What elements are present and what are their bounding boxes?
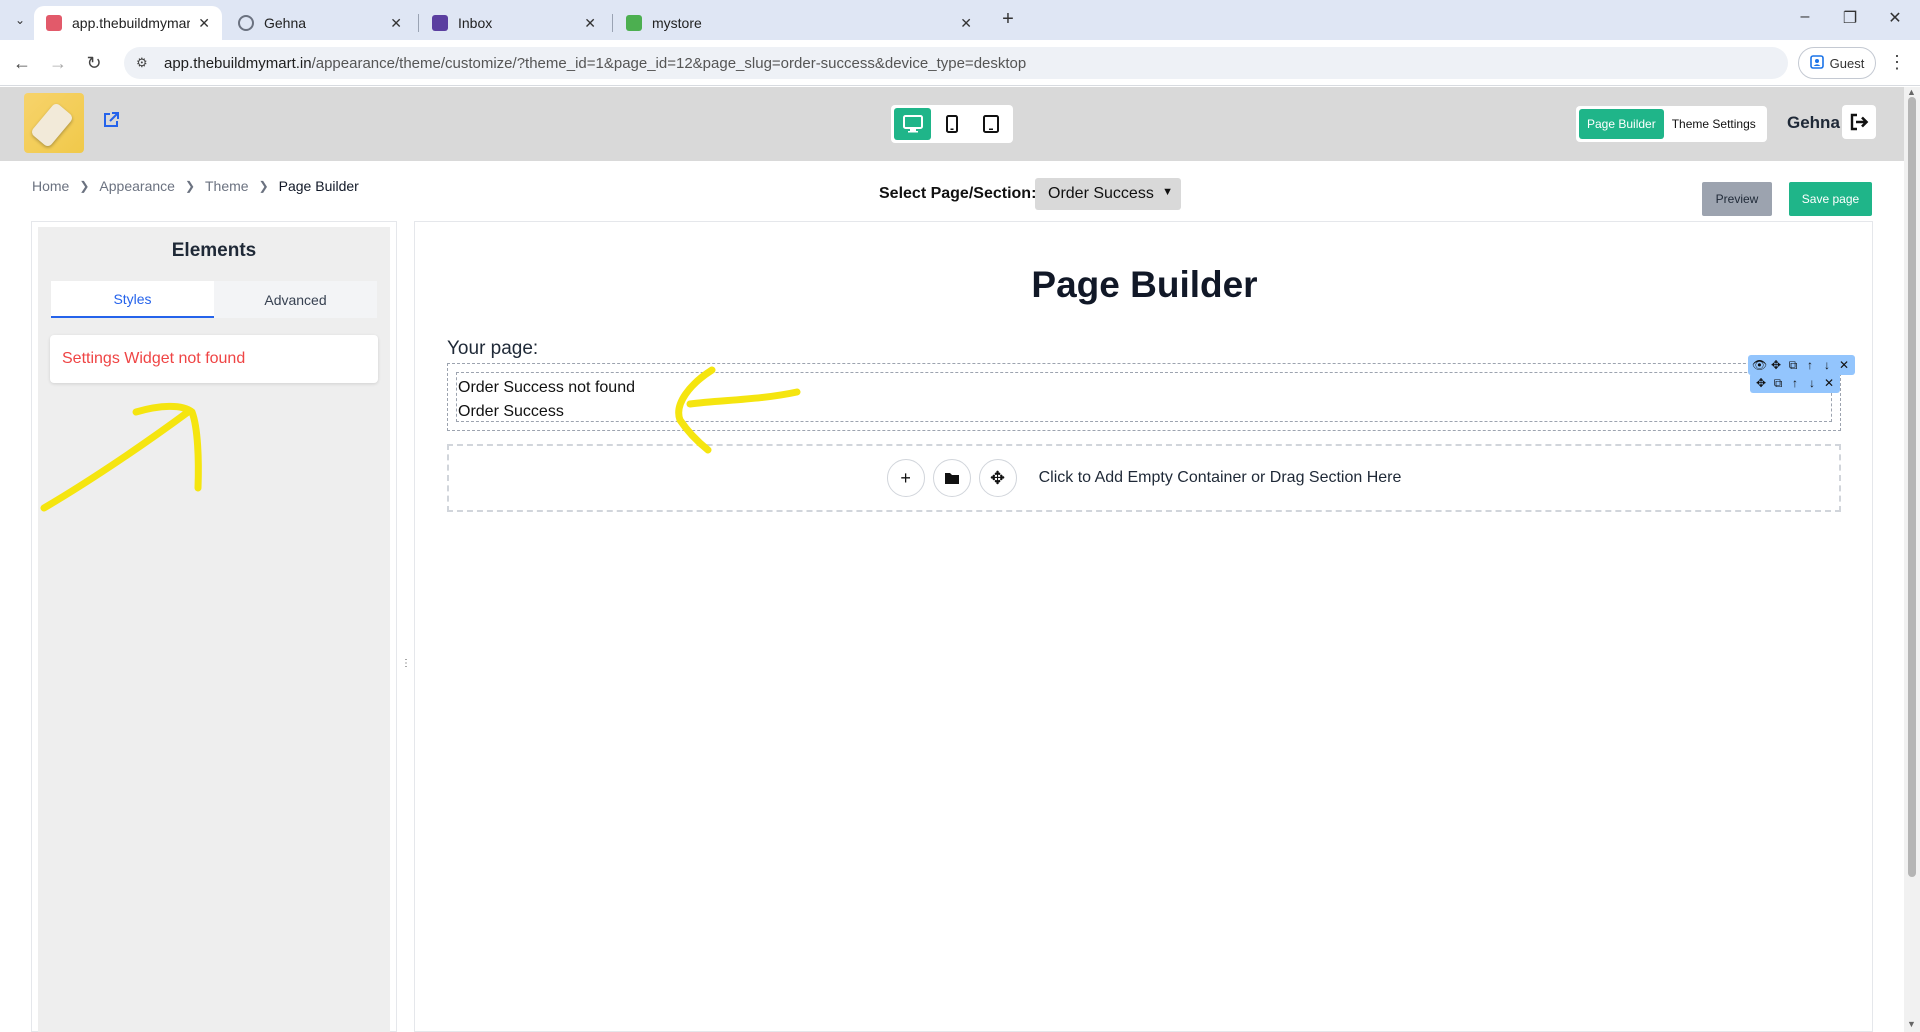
- breadcrumb-theme[interactable]: Theme: [205, 178, 249, 194]
- arrow-down-icon[interactable]: ↓: [1805, 376, 1819, 390]
- folder-icon[interactable]: [932, 459, 971, 497]
- arrow-up-icon[interactable]: ↑: [1803, 358, 1817, 372]
- store-favicon-icon: [46, 15, 62, 31]
- chevron-right-icon: ❯: [258, 179, 269, 193]
- breadcrumb-appearance[interactable]: Appearance: [99, 178, 175, 194]
- close-tab-icon[interactable]: ✕: [960, 15, 972, 32]
- breadcrumb-home[interactable]: Home: [32, 178, 69, 194]
- elements-tabs: Styles Advanced: [51, 281, 377, 318]
- move-icon[interactable]: ✥: [978, 459, 1017, 497]
- close-tab-icon[interactable]: ✕: [584, 15, 596, 32]
- url-host: app.thebuildmymart.in: [164, 54, 312, 72]
- window-close-icon[interactable]: ✕: [1880, 8, 1910, 28]
- breadcrumb: Home ❯ Appearance ❯ Theme ❯ Page Builder: [32, 178, 359, 194]
- tab-advanced[interactable]: Advanced: [214, 281, 377, 318]
- copy-icon[interactable]: ⧉: [1771, 376, 1785, 391]
- container-toolbar: ✥ ⧉ ↑ ↓ ✕: [1750, 373, 1840, 393]
- profile-label: Guest: [1829, 55, 1865, 71]
- close-icon[interactable]: ✕: [1822, 376, 1836, 390]
- close-tab-icon[interactable]: ✕: [198, 15, 210, 32]
- plus-icon[interactable]: +: [886, 459, 925, 497]
- tab-label: app.thebuildmymart.in/appeara: [72, 15, 191, 31]
- mode-switch: Page Builder Theme Settings: [1576, 106, 1767, 142]
- theme-settings-button[interactable]: Theme Settings: [1664, 109, 1764, 139]
- page-select-label: Select Page/Section:: [879, 185, 1037, 202]
- tab-separator: [418, 14, 419, 32]
- chevron-right-icon: ❯: [184, 179, 195, 193]
- desktop-icon[interactable]: [894, 108, 932, 140]
- browser-tab-gehna[interactable]: Gehna ✕: [226, 6, 414, 40]
- scroll-thumb[interactable]: [1908, 97, 1916, 877]
- elements-panel-inner: Elements Styles Advanced Settings Widget…: [38, 227, 390, 1032]
- eye-icon[interactable]: 👁: [1752, 358, 1767, 372]
- minimize-icon[interactable]: –: [1790, 8, 1820, 26]
- mail-favicon-icon: [432, 15, 448, 31]
- user-name: Gehna: [1787, 113, 1840, 132]
- settings-widget-message: Settings Widget not found: [50, 335, 378, 383]
- back-icon[interactable]: ←: [10, 52, 34, 76]
- page-select-dropdown[interactable]: Order Success ▼: [1035, 178, 1181, 210]
- browser-tab-inbox[interactable]: Inbox ✕: [420, 6, 608, 40]
- section-container[interactable]: Order Success not found Order Success: [456, 372, 1832, 422]
- section-toolbar: 👁 ✥ ⧉ ↑ ↓ ✕: [1748, 355, 1855, 375]
- url-path: /appearance/theme/customize/?theme_id=1&…: [311, 54, 1027, 72]
- device-switcher: [891, 105, 1013, 143]
- mobile-icon[interactable]: [933, 108, 970, 140]
- save-page-button[interactable]: Save page: [1789, 182, 1872, 216]
- browser-tab-bar: ⌄ app.thebuildmymart.in/appeara ✕ Gehna …: [0, 0, 1920, 40]
- chevron-down-icon: ▼: [1162, 186, 1173, 198]
- page-builder-button[interactable]: Page Builder: [1579, 109, 1664, 139]
- copy-icon[interactable]: ⧉: [1786, 358, 1800, 373]
- elements-title: Elements: [171, 240, 257, 261]
- reload-icon[interactable]: ↻: [82, 52, 106, 76]
- scroll-down-icon[interactable]: ▼: [1907, 1019, 1916, 1029]
- tablet-icon[interactable]: [973, 108, 1010, 140]
- site-settings-icon[interactable]: ⚙: [136, 55, 152, 71]
- browser-menu-icon[interactable]: ⋮: [1888, 52, 1906, 73]
- chevron-right-icon: ❯: [79, 179, 90, 193]
- page-scrollbar[interactable]: ▲ ▼: [1904, 87, 1920, 1032]
- panel-resize-handle[interactable]: ⋮: [401, 658, 411, 669]
- tab-label: Gehna: [264, 15, 307, 31]
- browser-tab-active[interactable]: app.thebuildmymart.in/appeara ✕: [34, 6, 222, 40]
- profile-button[interactable]: Guest: [1798, 47, 1876, 79]
- restore-icon[interactable]: ❐: [1835, 8, 1865, 28]
- page-select-value: Order Success: [1048, 185, 1154, 202]
- address-bar: ← → ↻ ⚙ app.thebuildmymart.in/appearance…: [0, 40, 1920, 86]
- globe-favicon-icon: [238, 15, 254, 31]
- add-container-label: Click to Add Empty Container or Drag Sec…: [1038, 469, 1402, 486]
- app-header: Page Builder Theme Settings Gehna: [0, 87, 1904, 161]
- arrow-down-icon[interactable]: ↓: [1820, 358, 1834, 372]
- logout-icon[interactable]: [1842, 105, 1876, 139]
- preview-button[interactable]: Preview: [1702, 182, 1772, 216]
- profile-icon: [1809, 54, 1824, 72]
- tab-search-chevron-icon[interactable]: ⌄: [8, 8, 32, 32]
- your-page-label: Your page:: [447, 338, 539, 359]
- store-logo[interactable]: [24, 93, 84, 153]
- add-container-dropzone[interactable]: + ✥ Click to Add Empty Container or Drag…: [447, 444, 1841, 512]
- store-favicon-icon: [626, 15, 642, 31]
- page-canvas: Page Builder Your page: Order Success no…: [414, 221, 1873, 1032]
- close-icon[interactable]: ✕: [1837, 358, 1851, 372]
- url-input[interactable]: ⚙ app.thebuildmymart.in/appearance/theme…: [124, 47, 1788, 79]
- page-section[interactable]: Order Success not found Order Success: [447, 363, 1841, 431]
- arrow-up-icon[interactable]: ↑: [1788, 376, 1802, 390]
- section-text-line: Order Success not found: [458, 379, 635, 396]
- external-link-icon[interactable]: [102, 111, 122, 131]
- scroll-up-icon[interactable]: ▲: [1907, 87, 1916, 97]
- elements-panel: Elements Styles Advanced Settings Widget…: [31, 221, 397, 1032]
- breadcrumb-current: Page Builder: [278, 178, 359, 194]
- move-icon[interactable]: ✥: [1769, 358, 1783, 372]
- page-title: Page Builder: [1031, 264, 1258, 305]
- close-tab-icon[interactable]: ✕: [390, 15, 402, 32]
- tab-separator: [612, 14, 613, 32]
- section-text-line: Order Success: [458, 403, 564, 420]
- forward-icon[interactable]: →: [46, 52, 70, 76]
- new-tab-icon[interactable]: +: [996, 8, 1020, 32]
- move-icon[interactable]: ✥: [1754, 376, 1768, 390]
- tab-label: Inbox: [458, 15, 493, 31]
- tab-label: mystore: [652, 15, 702, 31]
- browser-tab-mystore[interactable]: mystore ✕: [614, 6, 984, 40]
- tab-styles[interactable]: Styles: [51, 281, 214, 318]
